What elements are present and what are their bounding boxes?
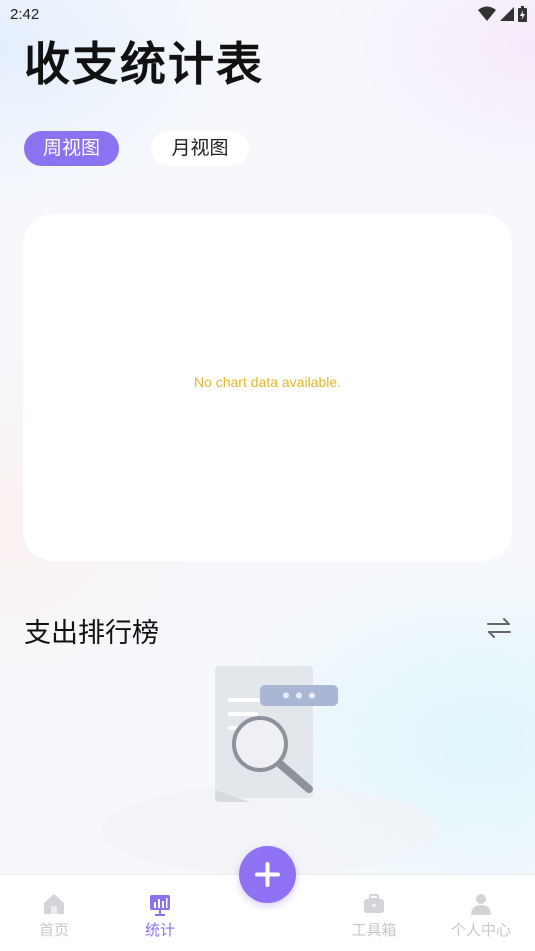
status-bar: 2:42 <box>0 0 535 30</box>
home-icon <box>44 894 64 914</box>
wifi-icon <box>478 6 496 21</box>
swap-arrows-icon[interactable] <box>485 615 513 641</box>
tab-month-view[interactable]: 月视图 <box>151 131 249 166</box>
battery-icon <box>518 6 527 22</box>
nav-item-home[interactable]: 首页 <box>14 891 94 940</box>
toolbox-icon <box>364 894 384 913</box>
cell-signal-icon <box>500 7 514 21</box>
page-title: 收支统计表 <box>24 37 264 91</box>
stats-icon <box>150 895 170 916</box>
nav-label-profile: 个人中心 <box>450 921 511 939</box>
nav-item-toolbox[interactable]: 工具箱 <box>334 891 414 940</box>
nav-label-stats: 统计 <box>144 921 175 939</box>
nav-label-home: 首页 <box>38 921 69 939</box>
chart-empty-message: No chart data available. <box>193 374 342 390</box>
status-icons <box>478 6 527 22</box>
profile-icon <box>471 894 491 915</box>
ranking-title: 支出排行榜 <box>24 618 159 649</box>
add-record-button[interactable] <box>239 846 296 903</box>
status-time: 2:42 <box>10 6 40 23</box>
nav-item-profile[interactable]: 个人中心 <box>441 891 521 940</box>
plus-icon <box>255 862 280 887</box>
nav-item-stats[interactable]: 统计 <box>120 891 200 940</box>
nav-label-toolbox: 工具箱 <box>351 921 397 939</box>
tab-week-view[interactable]: 周视图 <box>24 131 119 166</box>
empty-state-illustration <box>102 666 438 875</box>
chart-card: No chart data available. <box>23 214 512 561</box>
